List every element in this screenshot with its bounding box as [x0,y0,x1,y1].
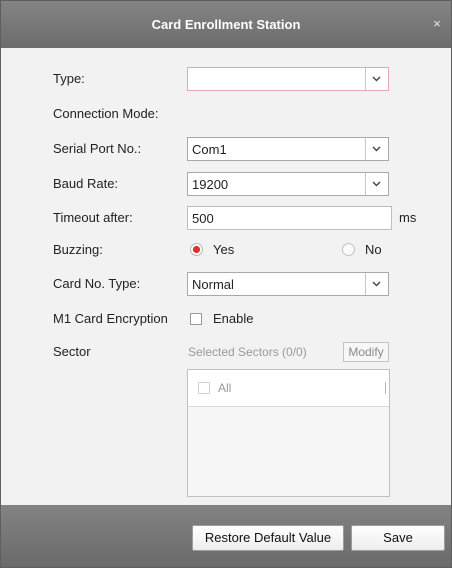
serial-port-value: Com1 [192,142,227,157]
chevron-down-icon [372,181,381,187]
card-no-type-label: Card No. Type: [53,276,141,291]
timeout-input[interactable]: 500 [187,206,392,230]
selected-sectors-text: Selected Sectors (0/0) [188,345,307,359]
select-all-label: All [218,381,232,395]
timeout-label: Timeout after: [53,210,133,225]
modify-button[interactable]: Modify [343,342,389,362]
type-select[interactable] [187,67,389,91]
restore-default-button[interactable]: Restore Default Value [192,525,344,551]
timeout-value: 500 [192,211,214,226]
card-no-type-dropdown-button[interactable] [365,273,388,295]
chevron-down-icon [372,281,381,287]
serial-port-dropdown-button[interactable] [365,138,388,160]
baud-rate-label: Baud Rate: [53,176,119,191]
type-dropdown-button[interactable] [365,68,388,90]
save-button[interactable]: Save [351,525,445,551]
m1-encryption-label: M1 Card Encryption [53,311,168,326]
dialog-title: Card Enrollment Station [151,17,301,32]
title-bar: Card Enrollment Station × [1,1,451,48]
card-no-type-select[interactable]: Normal [187,272,389,296]
serial-port-label: Serial Port No.: [53,141,142,156]
select-all-checkbox[interactable] [198,382,210,394]
buzzing-label: Buzzing: [53,242,103,257]
card-no-type-value: Normal [192,277,234,292]
sector-label: Sector [53,344,91,359]
radio-unchecked-icon [342,243,355,256]
buzzing-yes-label[interactable]: Yes [213,242,234,258]
m1-encryption-enable-label[interactable]: Enable [213,311,253,327]
connection-mode-label: Connection Mode: [53,106,159,121]
chevron-down-icon [372,146,381,152]
buzzing-yes-radio[interactable] [190,243,203,256]
type-label: Type: [53,71,85,86]
sector-list-header: All [188,370,389,407]
chevron-down-icon [372,76,381,82]
baud-rate-value: 19200 [192,177,229,192]
timeout-unit: ms [399,210,417,225]
radio-checked-icon [190,243,203,256]
serial-port-select[interactable]: Com1 [187,137,389,161]
m1-encryption-checkbox[interactable] [190,313,202,325]
buzzing-no-radio[interactable] [342,243,355,256]
close-icon[interactable]: × [430,17,444,31]
baud-rate-dropdown-button[interactable] [365,173,388,195]
card-enrollment-dialog: Card Enrollment Station × Type: Connecti… [0,0,452,568]
column-separator [385,382,386,394]
sector-list[interactable]: All [187,369,390,497]
baud-rate-select[interactable]: 19200 [187,172,389,196]
buzzing-no-label[interactable]: No [365,242,382,258]
